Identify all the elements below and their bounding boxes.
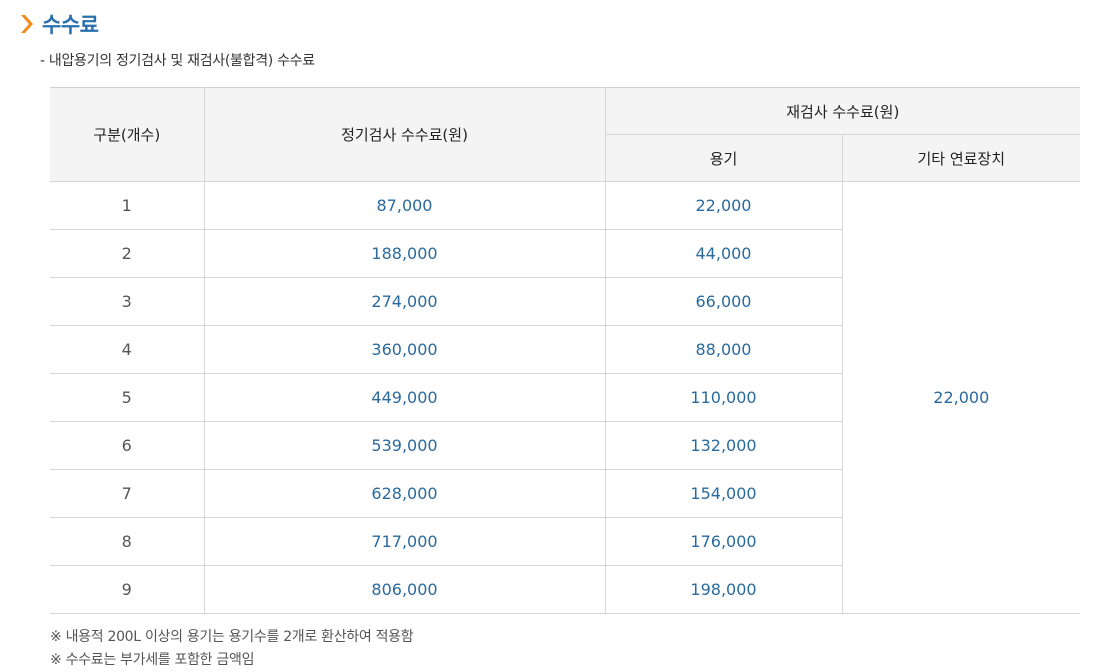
regular-fee-cell: 87,000	[203, 181, 606, 230]
header-regular-fee: 정기검사 수수료(원)	[203, 87, 606, 182]
vessel-fee-cell: 198,000	[604, 565, 842, 614]
footnote: ※ 내용적 200L 이상의 용기는 용기수를 2개로 환산하여 적용함	[50, 629, 414, 645]
vessel-fee-cell: 44,000	[604, 229, 842, 278]
header-reinspection-fee: 재검사 수수료(원)	[604, 87, 1081, 135]
vessel-fee-cell: 66,000	[604, 277, 842, 326]
regular-fee-cell: 806,000	[203, 565, 606, 614]
vessel-fee-cell: 132,000	[604, 421, 842, 470]
count-cell: 1	[50, 181, 205, 230]
count-cell: 8	[50, 517, 205, 566]
footnote: ※ 수수료는 부가세를 포함한 금액임	[50, 652, 255, 668]
count-cell: 3	[50, 277, 205, 326]
header-vessel: 용기	[605, 134, 843, 182]
page-title: 수수료	[42, 13, 99, 37]
vessel-fee-cell: 110,000	[604, 373, 842, 422]
count-cell: 6	[50, 421, 205, 470]
regular-fee-cell: 539,000	[203, 421, 606, 470]
header-count: 구분(개수)	[50, 87, 205, 182]
count-cell: 2	[50, 229, 205, 278]
fee-table: 구분(개수) 정기검사 수수료(원) 재검사 수수료(원) 용기 기타 연료장치…	[50, 87, 1081, 614]
header-other-fuel-device: 기타 연료장치	[841, 134, 1081, 182]
other-fuel-fee-cell: 22,000	[841, 181, 1081, 614]
vessel-fee-cell: 154,000	[604, 469, 842, 518]
regular-fee-cell: 628,000	[203, 469, 606, 518]
regular-fee-cell: 188,000	[203, 229, 606, 278]
vessel-fee-cell: 22,000	[604, 181, 843, 230]
regular-fee-cell: 274,000	[203, 277, 606, 326]
table-caption: - 내압용기의 정기검사 및 재검사(불합격) 수수료	[40, 53, 315, 69]
vessel-fee-cell: 88,000	[604, 325, 842, 374]
footnotes: ※ 내용적 200L 이상의 용기는 용기수를 2개로 환산하여 적용함 ※ 수…	[50, 626, 414, 672]
section-title-row: 수수료	[18, 8, 99, 40]
vessel-fee-cell: 176,000	[604, 517, 842, 566]
count-cell: 9	[50, 565, 205, 614]
count-cell: 4	[50, 325, 205, 374]
count-cell: 5	[50, 373, 205, 422]
regular-fee-cell: 449,000	[203, 373, 606, 422]
table-row: 1 87,000 22,000 22,000	[50, 181, 1081, 614]
chevron-right-icon	[21, 15, 33, 33]
count-cell: 7	[50, 469, 205, 518]
regular-fee-cell: 360,000	[203, 325, 606, 374]
regular-fee-cell: 717,000	[203, 517, 606, 566]
